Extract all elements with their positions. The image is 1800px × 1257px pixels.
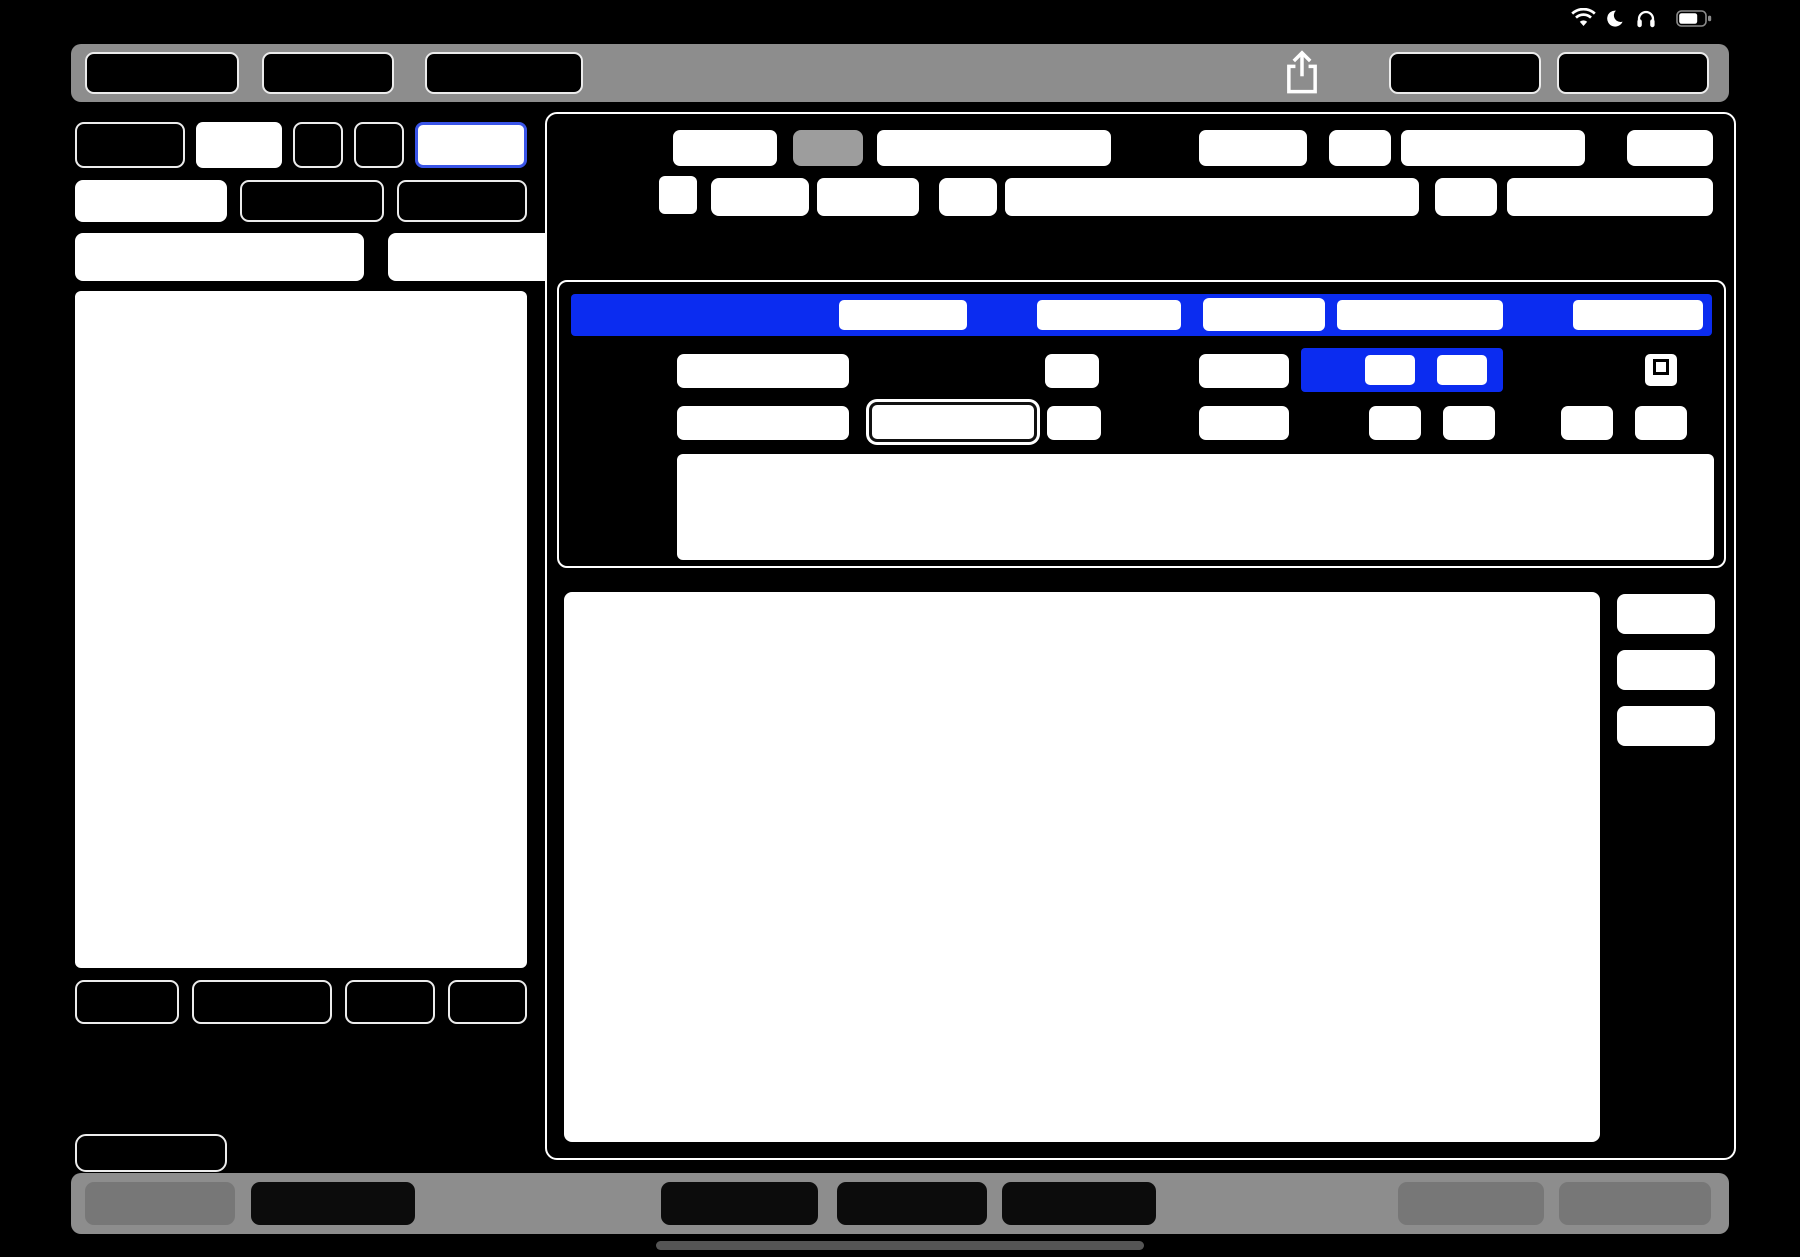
- page-number-field[interactable]: [1199, 130, 1307, 166]
- home-indicator[interactable]: [656, 1241, 1144, 1250]
- reports-button[interactable]: [1002, 1182, 1156, 1225]
- production-button[interactable]: [251, 1182, 415, 1225]
- share-icon[interactable]: [1283, 50, 1321, 101]
- int-ext-button[interactable]: [711, 178, 809, 216]
- variance-minutes-field[interactable]: [1635, 406, 1687, 440]
- characters-button[interactable]: [661, 1182, 818, 1225]
- scene-number-field[interactable]: [673, 130, 777, 166]
- episode-row: [75, 122, 527, 168]
- tab-wish-list[interactable]: [397, 180, 527, 222]
- ert-minutes-field[interactable]: [1437, 355, 1487, 385]
- totals-pages-row: [75, 1068, 527, 1098]
- top-toolbar: [71, 44, 1729, 102]
- focus-moon-icon: [1607, 9, 1626, 34]
- diff-button[interactable]: [1617, 650, 1715, 690]
- bottom-toolbar: [71, 1173, 1729, 1234]
- add-button[interactable]: [448, 980, 527, 1024]
- status-bar: [0, 0, 1800, 40]
- script-preview[interactable]: [564, 592, 1600, 1142]
- shot-button[interactable]: [1559, 1182, 1711, 1225]
- credited-input[interactable]: [677, 406, 849, 440]
- art-hours-field[interactable]: [1369, 406, 1421, 440]
- battery-icon: [1676, 9, 1712, 33]
- clear-button[interactable]: [1617, 594, 1715, 634]
- reset-log-button[interactable]: [75, 1134, 227, 1172]
- pages-scripted-field[interactable]: [1199, 354, 1289, 388]
- tab-current[interactable]: [75, 180, 227, 222]
- revise-button[interactable]: [345, 980, 435, 1024]
- slug-textarea[interactable]: [677, 454, 1714, 560]
- search-row: [75, 233, 677, 281]
- weekday-input[interactable]: [1337, 300, 1503, 330]
- scene-actions-row: [75, 980, 527, 1024]
- episode-button[interactable]: [75, 122, 185, 168]
- reset-log-row: [75, 1132, 527, 1174]
- close-button[interactable]: [1557, 52, 1709, 94]
- art-minutes-field[interactable]: [1443, 406, 1495, 440]
- set-field[interactable]: [1005, 178, 1419, 216]
- scene-editor-panel: [545, 112, 1736, 1160]
- status-indicators: [1570, 7, 1712, 34]
- tab-previous[interactable]: [240, 180, 384, 222]
- status-clock: [92, 9, 132, 33]
- act-field[interactable]: [1401, 130, 1585, 166]
- scene-list[interactable]: [75, 291, 527, 968]
- set-button[interactable]: [939, 178, 997, 216]
- backup-button[interactable]: [1389, 52, 1541, 94]
- ert-hours-field[interactable]: [1365, 355, 1415, 385]
- configure-button[interactable]: [85, 52, 239, 94]
- chronology-bar: [571, 294, 1712, 336]
- edit-button[interactable]: [1617, 706, 1715, 746]
- owe-shots-checkbox[interactable]: [1645, 354, 1677, 386]
- script-button[interactable]: [85, 1182, 235, 1225]
- eighths-credited-field[interactable]: [1047, 406, 1101, 440]
- scene-list-panel: [75, 122, 677, 1174]
- search-scenes-input[interactable]: [75, 233, 364, 281]
- day-night-button[interactable]: [1435, 178, 1497, 216]
- heading-checkbox[interactable]: [659, 176, 697, 214]
- eighths-credited-button[interactable]: [869, 402, 1037, 442]
- time-input[interactable]: [1573, 300, 1703, 330]
- timecode-button[interactable]: [262, 52, 394, 94]
- episode-number-field[interactable]: [196, 122, 282, 168]
- episode-plus-button[interactable]: [293, 122, 343, 168]
- rearrange-button[interactable]: [192, 980, 332, 1024]
- pages-credited-field[interactable]: [1199, 406, 1289, 440]
- revision-color-field[interactable]: [877, 130, 1111, 166]
- wifi-icon: [1570, 7, 1597, 34]
- rev-button[interactable]: [793, 130, 863, 166]
- act-button[interactable]: [1329, 130, 1391, 166]
- teradek-button[interactable]: [425, 52, 583, 94]
- scene-list-tabs: [75, 180, 527, 222]
- revision-button[interactable]: [415, 122, 527, 168]
- totals-scenes-row: [75, 1038, 527, 1068]
- script-day-input[interactable]: [839, 300, 967, 330]
- day-night-field[interactable]: [1507, 178, 1713, 216]
- totals-time-row: [75, 1098, 527, 1128]
- last-shot-button[interactable]: [1398, 1182, 1544, 1225]
- scene-details-panel: [557, 280, 1726, 568]
- int-ext-field[interactable]: [817, 178, 919, 216]
- started-input[interactable]: [677, 354, 849, 388]
- ert-box: [1301, 348, 1503, 392]
- omit-button[interactable]: [1627, 130, 1713, 166]
- episode-minus-button[interactable]: [354, 122, 404, 168]
- headphones-icon: [1636, 9, 1656, 34]
- actors-button[interactable]: [837, 1182, 987, 1225]
- home-strip: [0, 1234, 1800, 1257]
- comm-button[interactable]: [75, 980, 179, 1024]
- date-input[interactable]: [1037, 300, 1181, 330]
- weekday-button[interactable]: [1203, 298, 1325, 331]
- eighths-scripted-field[interactable]: [1045, 354, 1099, 388]
- variance-hours-field[interactable]: [1561, 406, 1613, 440]
